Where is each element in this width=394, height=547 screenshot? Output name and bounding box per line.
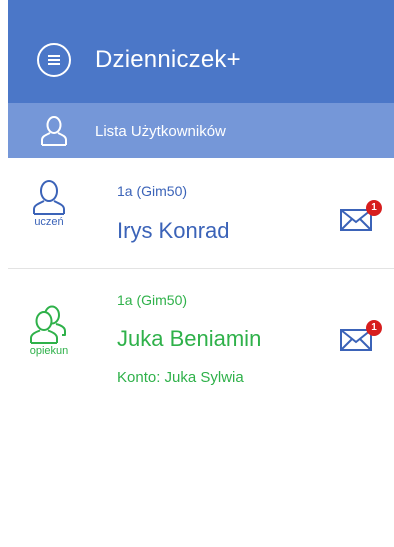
user-list-item[interactable]: opiekun 1a (Gim50) Juka Beniamin Konto: … xyxy=(8,269,394,419)
role-label: uczeń xyxy=(34,216,64,228)
app-header: Dzienniczek+ xyxy=(8,0,394,103)
class-label: 1a (Gim50) xyxy=(117,183,188,199)
guardian-icon xyxy=(30,305,66,344)
user-name: Irys Konrad xyxy=(117,218,230,243)
app-screen: Dzienniczek+ Lista Użytkowników uczeń 1a… xyxy=(0,0,394,547)
unread-badge: 1 xyxy=(366,200,382,216)
class-label: 1a (Gim50) xyxy=(117,292,188,308)
user-name: Juka Beniamin xyxy=(117,326,262,351)
navigation-drawer: Dzienniczek+ Lista Użytkowników uczeń 1a… xyxy=(8,0,394,547)
users-list-header[interactable]: Lista Użytkowników xyxy=(8,103,394,158)
account-label: Konto: Juka Sylwia xyxy=(117,369,244,386)
messages-button[interactable]: 1 xyxy=(340,320,388,354)
screen-edge xyxy=(0,0,8,547)
user-icon xyxy=(41,116,67,146)
guardian-role: opiekun xyxy=(25,305,73,358)
student-icon xyxy=(33,180,65,215)
role-label: opiekun xyxy=(29,345,69,357)
menu-icon xyxy=(48,55,60,65)
menu-button[interactable] xyxy=(37,43,71,77)
messages-button[interactable]: 1 xyxy=(340,200,388,234)
user-list-item[interactable]: uczeń 1a (Gim50) Irys Konrad 1 xyxy=(8,158,394,269)
student-role: uczeń xyxy=(25,180,73,229)
users-list-label: Lista Użytkowników xyxy=(95,123,226,140)
app-title: Dzienniczek+ xyxy=(95,46,241,73)
unread-badge: 1 xyxy=(366,320,382,336)
